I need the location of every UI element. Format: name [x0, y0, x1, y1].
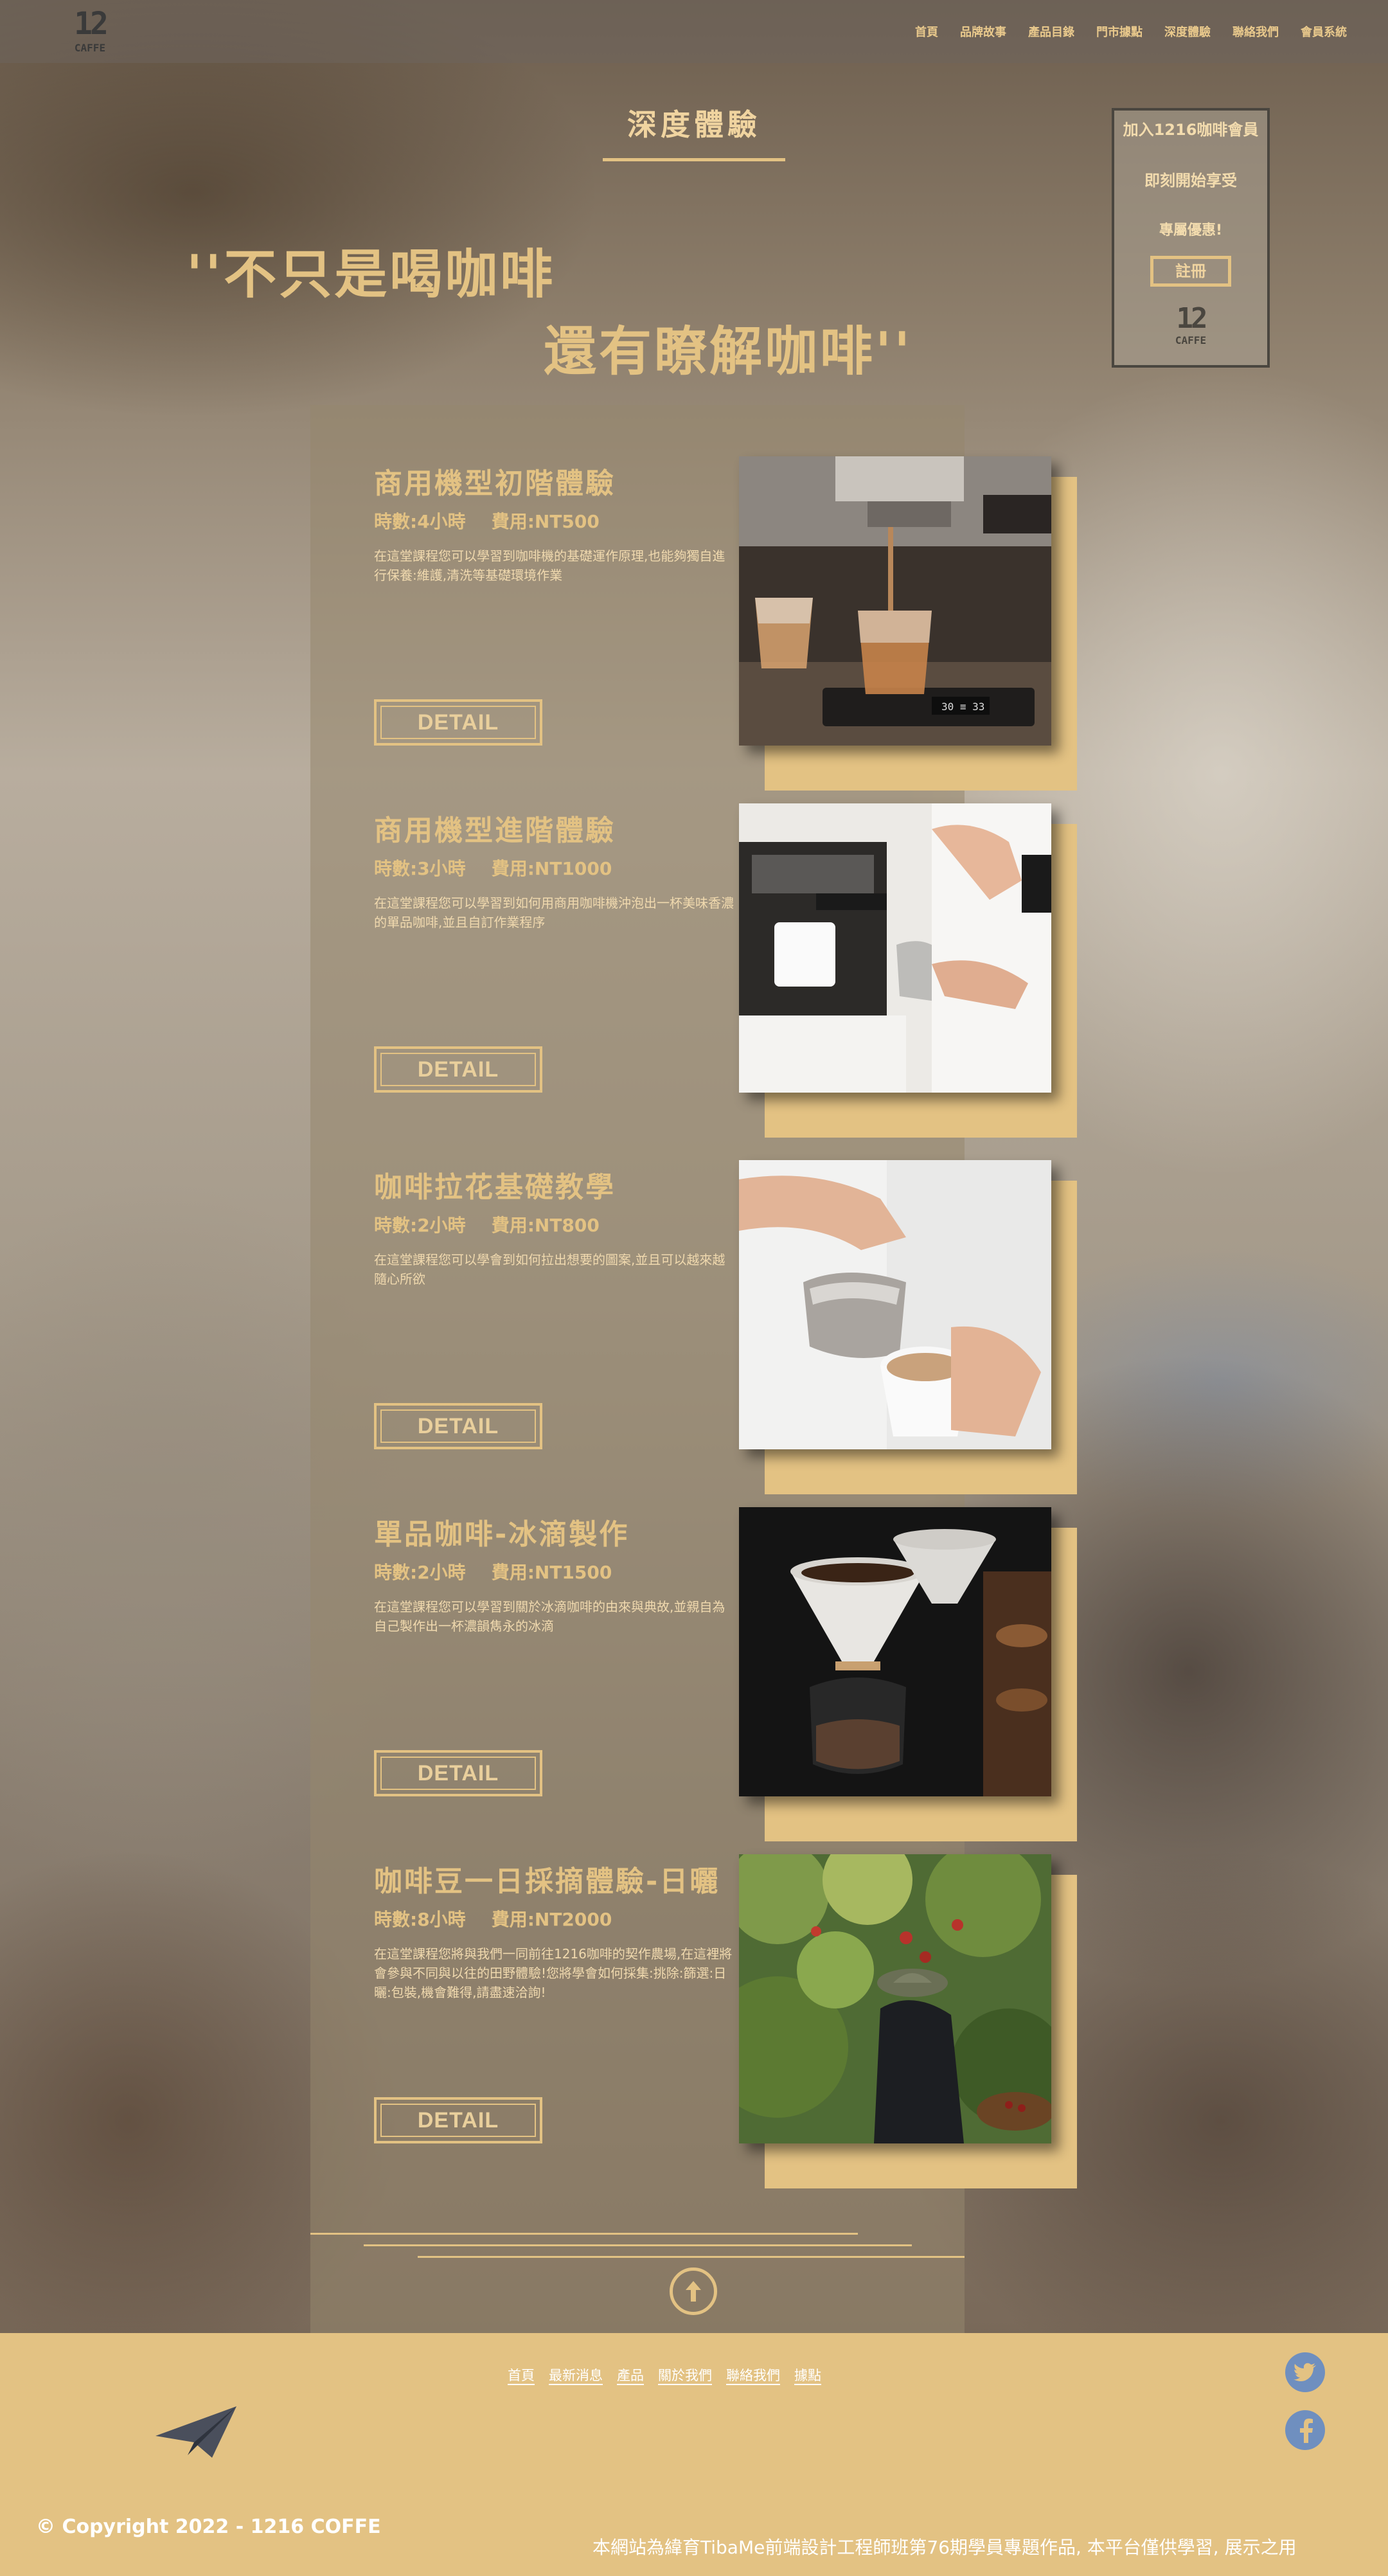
divider-line [310, 2233, 858, 2235]
course-hours: 時數:2小時 [374, 1562, 466, 1583]
member-promo-line-1: 加入1216咖啡會員 [1123, 121, 1259, 139]
course-fee: 費用:NT800 [491, 1215, 600, 1236]
footer-link-locations[interactable]: 據點 [794, 2365, 821, 2384]
member-logo-number: 12 [1176, 302, 1208, 335]
divider-line [364, 2244, 912, 2246]
member-logo-text: CAFFE [1175, 334, 1207, 346]
svg-text:30 ≡ 33: 30 ≡ 33 [941, 701, 984, 713]
course-description: 在這堂課程您將與我們一同前往1216咖啡的契作農場,在這裡將會參與不同與以往的田… [374, 1946, 733, 2000]
divider-line [418, 2256, 965, 2258]
course-fee: 費用:NT1000 [491, 858, 612, 879]
course-meta: 時數:2小時 費用:NT1500 [374, 1559, 612, 1584]
nav-menu: 首頁 品牌故事 產品目錄 門市據點 深度體驗 聯絡我們 會員系統 [915, 23, 1347, 40]
top-nav: 12 CAFFE 首頁 品牌故事 產品目錄 門市據點 深度體驗 聯絡我們 會員系… [0, 0, 1388, 63]
facebook-icon[interactable] [1285, 2410, 1325, 2450]
footer-link-home[interactable]: 首頁 [508, 2365, 535, 2384]
footer-links: 首頁 最新消息 產品 關於我們 聯絡我們 據點 [508, 2365, 821, 2384]
course-description: 在這堂課程您可以學習到咖啡機的基礎運作原理,也能夠獨自進行保養:維護,清洗等基礎… [374, 548, 725, 583]
nav-item-contact[interactable]: 聯絡我們 [1232, 23, 1279, 40]
course-fee: 費用:NT500 [491, 511, 600, 532]
logo-text: CAFFE [74, 42, 106, 54]
page-title-text: 深度體驗 [627, 107, 761, 142]
footer-link-contact[interactable]: 聯絡我們 [726, 2365, 780, 2384]
course-title: 咖啡豆一日採摘體驗-日曬 [374, 1865, 720, 1898]
disclaimer-text: 本網站為緯育TibaMe前端設計工程師班第76期學員專題作品, 本平台僅供學習,… [592, 2537, 1297, 2558]
nav-item-experience[interactable]: 深度體驗 [1164, 23, 1211, 40]
course-hours: 時數:8小時 [374, 1909, 466, 1930]
course-description: 在這堂課程您可以學習到如何用商用咖啡機沖泡出一杯美味香濃的單品咖啡,並且自訂作業… [374, 895, 734, 930]
course-fee: 費用:NT2000 [491, 1909, 612, 1930]
course-card: 商用機型進階體驗 時數:3小時 費用:NT1000 在這堂課程您可以學習到如何用商… [0, 803, 1388, 1138]
footer-link-about[interactable]: 關於我們 [658, 2365, 712, 2384]
course-title: 咖啡拉花基礎教學 [374, 1171, 616, 1204]
register-button[interactable]: 註冊 [1150, 256, 1231, 287]
logo-number: 12 [74, 6, 109, 42]
course-title: 商用機型初階體驗 [374, 467, 616, 500]
course-description: 在這堂課程您可以學會到如何拉出想要的圖案,並且可以越來越隨心所欲 [374, 1252, 725, 1287]
member-promo-line-2: 即刻開始享受 [1144, 172, 1237, 190]
quote-line-1: ''不只是喝咖啡 [186, 244, 556, 305]
course-title: 商用機型進階體驗 [374, 814, 616, 847]
course-meta: 時數:2小時 費用:NT800 [374, 1212, 600, 1237]
footer-link-news[interactable]: 最新消息 [549, 2365, 603, 2384]
quote-line-2: 還有瞭解咖啡'' [544, 321, 913, 382]
page-title: 深度體驗 [603, 102, 785, 161]
course-meta: 時數:4小時 費用:NT500 [374, 508, 600, 533]
title-underline [603, 158, 785, 161]
arrow-up-icon [686, 2281, 701, 2302]
detail-button[interactable]: DETAIL [374, 1403, 542, 1449]
course-hours: 時數:2小時 [374, 1215, 466, 1236]
barista-steaming-milk-photo [739, 803, 1051, 1093]
detail-button[interactable]: DETAIL [374, 699, 542, 746]
member-promo-line-3: 專屬優惠! [1159, 222, 1223, 238]
course-card: 咖啡拉花基礎教學 時數:2小時 費用:NT800 在這堂課程您可以學會到如何拉出想… [0, 1160, 1388, 1494]
course-hours: 時數:3小時 [374, 858, 466, 879]
course-title: 單品咖啡-冰滴製作 [374, 1518, 630, 1551]
nav-item-stores[interactable]: 門市據點 [1096, 23, 1143, 40]
course-hours: 時數:4小時 [374, 511, 466, 532]
site-footer: 首頁 最新消息 產品 關於我們 聯絡我們 據點 © Copyright 2022… [0, 2333, 1388, 2576]
detail-button[interactable]: DETAIL [374, 1046, 542, 1093]
course-card: 單品咖啡-冰滴製作 時數:2小時 費用:NT1500 在這堂課程您可以學習到關於冰… [0, 1507, 1388, 1841]
twitter-icon[interactable] [1285, 2352, 1325, 2392]
course-card: 30 ≡ 33 商用機型初階體驗 時數:4小時 費用:NT500 在這堂課程您可以… [0, 456, 1388, 791]
detail-button[interactable]: DETAIL [374, 2097, 542, 2143]
detail-button[interactable]: DETAIL [374, 1750, 542, 1796]
footer-link-products[interactable]: 產品 [617, 2365, 644, 2384]
nav-item-products[interactable]: 產品目錄 [1028, 23, 1074, 40]
member-promo-box: 加入1216咖啡會員 即刻開始享受 專屬優惠! 註冊 12 CAFFE [1112, 108, 1270, 368]
nav-item-member[interactable]: 會員系統 [1301, 23, 1347, 40]
paper-plane-icon [156, 2406, 236, 2458]
latte-art-pouring-photo [739, 1160, 1051, 1449]
course-meta: 時數:8小時 費用:NT2000 [374, 1906, 612, 1931]
brand-logo[interactable]: 12 CAFFE [72, 5, 109, 59]
course-card: 咖啡豆一日採摘體驗-日曬 時數:8小時 費用:NT2000 在這堂課程您將與我們一… [0, 1854, 1388, 2188]
copyright-text: © Copyright 2022 - 1216 COFFE [36, 2516, 381, 2538]
nav-item-home[interactable]: 首頁 [915, 23, 938, 40]
espresso-machine-photo: 30 ≡ 33 [739, 456, 1051, 746]
coffee-farm-picking-photo [739, 1854, 1051, 2143]
course-description: 在這堂課程您可以學習到關於冰滴咖啡的由來與典故,並親自為自己製作出一杯濃韻雋永的… [374, 1599, 725, 1634]
course-meta: 時數:3小時 費用:NT1000 [374, 855, 612, 881]
pour-over-drippers-photo [739, 1507, 1051, 1796]
back-to-top-button[interactable] [670, 2267, 717, 2315]
course-fee: 費用:NT1500 [491, 1562, 612, 1583]
nav-item-brand-story[interactable]: 品牌故事 [960, 23, 1006, 40]
member-box-logo: 12 CAFFE [1174, 302, 1208, 346]
